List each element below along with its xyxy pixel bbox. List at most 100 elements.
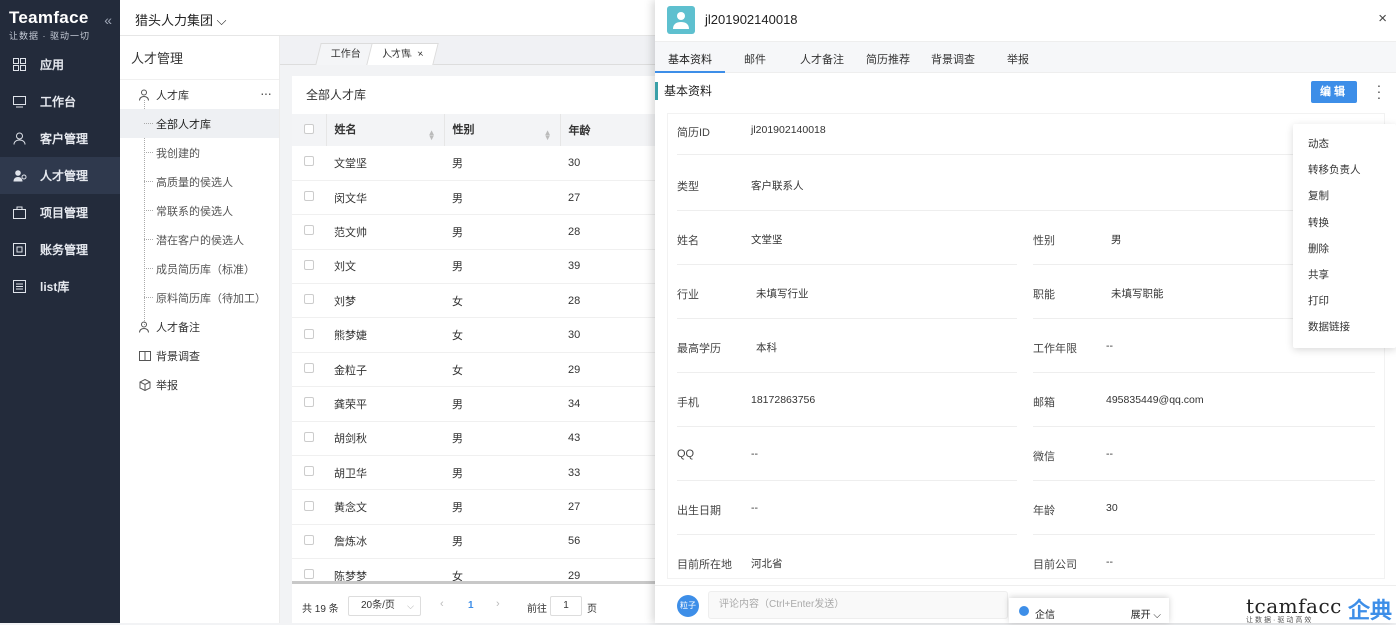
nav-item-list[interactable]: list库	[0, 268, 120, 305]
row-checkbox[interactable]	[304, 328, 314, 339]
row-checkbox[interactable]	[304, 363, 314, 374]
comment-input[interactable]: 评论内容（Ctrl+Enter发送）	[708, 591, 1008, 619]
field-row: 行业 未填写行业 职能 未填写职能	[667, 275, 1385, 329]
menu-item-convert[interactable]: 转换	[1293, 210, 1396, 236]
menu-item-data-link[interactable]: 数据链接	[1293, 314, 1396, 340]
tab-resume-recommend[interactable]: 简历推荐	[866, 51, 910, 67]
close-tab-icon[interactable]: ×	[415, 44, 426, 66]
qixin-chat-bar[interactable]: 企信 展开 ⌵	[1009, 598, 1169, 623]
goto-label: 前往	[527, 604, 547, 615]
edit-button[interactable]: 编辑	[1311, 81, 1357, 103]
row-checkbox[interactable]	[304, 259, 314, 270]
more-options-icon[interactable]: ···	[260, 85, 272, 101]
table-row[interactable]: 龚荣平男 34	[292, 386, 660, 422]
row-select-cell[interactable]	[292, 249, 326, 285]
nav-item-customers[interactable]: 客户管理	[0, 120, 120, 157]
expand-button[interactable]: 展开 ⌵	[1131, 606, 1161, 621]
sort-icon[interactable]: ▲ ▼	[544, 128, 552, 141]
tree-child-item[interactable]: 全部人才库	[120, 109, 279, 138]
column-header-age[interactable]: 年龄	[560, 114, 660, 146]
menu-item-print[interactable]: 打印	[1293, 288, 1396, 314]
row-select-cell[interactable]	[292, 489, 326, 525]
table-row[interactable]: 胡卫华男 33	[292, 455, 660, 491]
page-size-value: 20条/页	[361, 600, 395, 611]
tree-node-report[interactable]: 举报	[120, 370, 279, 399]
row-select-cell[interactable]	[292, 524, 326, 560]
row-checkbox[interactable]	[304, 534, 314, 545]
row-checkbox[interactable]	[304, 191, 314, 202]
row-select-cell[interactable]	[292, 455, 326, 491]
row-checkbox[interactable]	[304, 569, 314, 580]
table-row[interactable]: 刘文男 39	[292, 249, 660, 285]
cell-age: 27	[560, 180, 660, 216]
nav-item-talent[interactable]: 人才管理	[0, 157, 120, 194]
tree-child-item[interactable]: 高质量的侯选人	[120, 167, 279, 196]
row-select-cell[interactable]	[292, 146, 326, 181]
tree-child-item[interactable]: 原料简历库（待加工）	[120, 283, 279, 312]
goto-page-input[interactable]: 1	[550, 596, 582, 616]
current-page[interactable]: 1	[468, 600, 474, 611]
tab-background-check[interactable]: 背景调查	[931, 51, 975, 67]
company-switcher[interactable]: 猎头人力集团 ⌵	[135, 10, 226, 29]
nav-item-projects[interactable]: 项目管理	[0, 194, 120, 231]
tree-child-item[interactable]: 成员简历库（标准）	[120, 254, 279, 283]
close-icon[interactable]: ×	[1378, 10, 1387, 27]
column-header-gender[interactable]: 性别 ▲ ▼	[444, 114, 561, 146]
qixin-label: 企信	[1035, 610, 1055, 621]
more-actions-icon[interactable]: · · ·	[1376, 78, 1382, 104]
row-select-cell[interactable]	[292, 386, 326, 422]
menu-item-delete[interactable]: 删除	[1293, 236, 1396, 262]
tree-node-talent-notes[interactable]: 人才备注	[120, 312, 279, 341]
collapse-sidebar-icon[interactable]: «	[104, 12, 112, 28]
prev-page-icon[interactable]: ‹	[440, 598, 444, 610]
row-checkbox[interactable]	[304, 294, 314, 305]
sort-icon[interactable]: ▲ ▼	[428, 128, 436, 141]
menu-item-copy[interactable]: 复制	[1293, 183, 1396, 209]
tab-basic-info[interactable]: 基本资料	[668, 51, 712, 67]
row-checkbox[interactable]	[304, 156, 314, 167]
table-row[interactable]: 黄念文男 27	[292, 489, 660, 525]
menu-item-activity[interactable]: 动态	[1293, 131, 1396, 157]
tab-talent-notes[interactable]: 人才备注	[800, 51, 844, 67]
cell-name: 龚荣平	[326, 386, 444, 422]
tab-talent-pool[interactable]: 人才库 ×	[366, 43, 440, 66]
tab-email[interactable]: 邮件	[744, 51, 766, 67]
row-checkbox[interactable]	[304, 397, 314, 408]
row-select-cell[interactable]	[292, 352, 326, 388]
field-label: 微信	[1033, 451, 1055, 463]
nav-item-apps[interactable]: 应用	[0, 46, 120, 83]
cell-gender: 男	[444, 180, 560, 216]
table-row[interactable]: 刘梦女 28	[292, 283, 660, 319]
row-select-cell[interactable]	[292, 317, 326, 353]
tree-node-background-check[interactable]: 背景调查	[120, 341, 279, 370]
row-checkbox[interactable]	[304, 431, 314, 442]
nav-item-workbench[interactable]: 工作台	[0, 83, 120, 120]
table-row[interactable]: 闵文华男 27	[292, 180, 660, 216]
table-row[interactable]: 熊梦婕女 30	[292, 317, 660, 353]
nav-item-finance[interactable]: 账务管理	[0, 231, 120, 268]
table-row[interactable]: 金粒子女 29	[292, 352, 660, 388]
table-row[interactable]: 詹炼冰男 56	[292, 524, 660, 560]
table-row[interactable]: 范文帅男 28	[292, 214, 660, 250]
row-select-cell[interactable]	[292, 180, 326, 216]
tree-child-item[interactable]: 潜在客户的侯选人	[120, 225, 279, 254]
select-all-header[interactable]	[292, 114, 327, 146]
row-select-cell[interactable]	[292, 421, 326, 457]
nav-label: 人才管理	[40, 169, 89, 183]
column-header-name[interactable]: 姓名 ▲ ▼	[326, 114, 445, 146]
table-row[interactable]: 胡剑秋男 43	[292, 421, 660, 457]
table-row[interactable]: 文堂坚男 30	[292, 146, 660, 181]
page-size-select[interactable]: 20条/页 ⌵	[348, 596, 421, 616]
select-all-checkbox[interactable]	[304, 123, 314, 134]
menu-item-transfer-owner[interactable]: 转移负责人	[1293, 157, 1396, 183]
tree-child-item[interactable]: 我创建的	[120, 138, 279, 167]
tree-child-item[interactable]: 常联系的侯选人	[120, 196, 279, 225]
tab-report[interactable]: 举报	[1007, 51, 1029, 67]
menu-item-share[interactable]: 共享	[1293, 262, 1396, 288]
row-checkbox[interactable]	[304, 500, 314, 511]
row-checkbox[interactable]	[304, 225, 314, 236]
row-checkbox[interactable]	[304, 466, 314, 477]
row-select-cell[interactable]	[292, 214, 326, 250]
next-page-icon[interactable]: ›	[496, 598, 500, 610]
row-select-cell[interactable]	[292, 283, 326, 319]
